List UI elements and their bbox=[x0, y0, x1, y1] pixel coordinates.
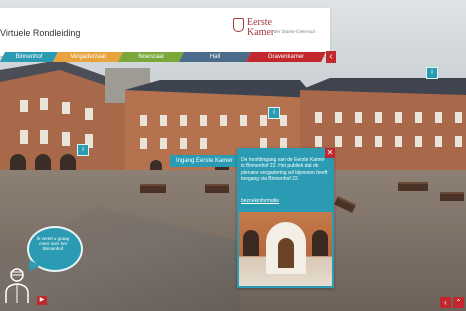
tab-gravenkamer[interactable]: Gravenkamer bbox=[246, 52, 326, 62]
bench bbox=[398, 182, 428, 191]
entrance-photo bbox=[239, 212, 332, 286]
info-hotspot-left[interactable]: i bbox=[77, 144, 89, 156]
bench bbox=[140, 184, 166, 193]
chevron-up-icon[interactable]: ⌃ bbox=[453, 297, 464, 308]
eerste-kamer-logo[interactable]: Eerste Kamer der Staten-Generaal bbox=[233, 18, 315, 48]
tab-noenzaal[interactable]: Noenzaal bbox=[118, 52, 184, 62]
bench bbox=[205, 184, 229, 193]
header-bar: Virtuele Rondleiding Eerste Kamer der St… bbox=[0, 8, 330, 56]
tab-binnenhof[interactable]: Binnenhof bbox=[0, 52, 58, 62]
guide-bubble-text: Ik vertel u graag meer over het Binnenho… bbox=[36, 236, 70, 252]
tab-hall[interactable]: Hall bbox=[179, 52, 251, 62]
info-hotspot-center[interactable]: i bbox=[268, 107, 280, 119]
app-title: Virtuele Rondleiding bbox=[0, 28, 81, 38]
bezoekinformatie-link[interactable]: bezoekinformatie bbox=[241, 198, 279, 204]
chevron-left-icon[interactable]: ‹ bbox=[326, 51, 336, 63]
info-hotspot-top-right[interactable]: i bbox=[426, 67, 438, 79]
logo-line-2: Kamer bbox=[247, 27, 275, 38]
popup-text: De hoofdingang van de Eerste Kamer is Bi… bbox=[241, 157, 328, 182]
tab-vergaderzaal[interactable]: Vergaderzaal bbox=[53, 52, 123, 62]
location-nav: Binnenhof Vergaderzaal Noenzaal Hall Gra… bbox=[0, 52, 330, 62]
info-popup: De hoofdingang van de Eerste Kamer is Bi… bbox=[237, 148, 334, 288]
ingang-hotspot-label[interactable]: Ingang Eerste Kamer bbox=[170, 155, 239, 167]
crest-icon bbox=[233, 18, 244, 32]
play-icon[interactable]: ▶ bbox=[37, 296, 47, 305]
arch-right bbox=[312, 230, 328, 256]
chevron-left-icon[interactable]: ‹ bbox=[440, 297, 451, 308]
bench bbox=[440, 192, 464, 201]
entrance-door bbox=[278, 238, 294, 268]
guide-avatar-icon[interactable] bbox=[3, 266, 31, 304]
logo-subtitle: der Staten-Generaal bbox=[274, 30, 315, 35]
close-icon[interactable]: ✕ bbox=[325, 148, 335, 158]
arch-left bbox=[243, 230, 259, 256]
